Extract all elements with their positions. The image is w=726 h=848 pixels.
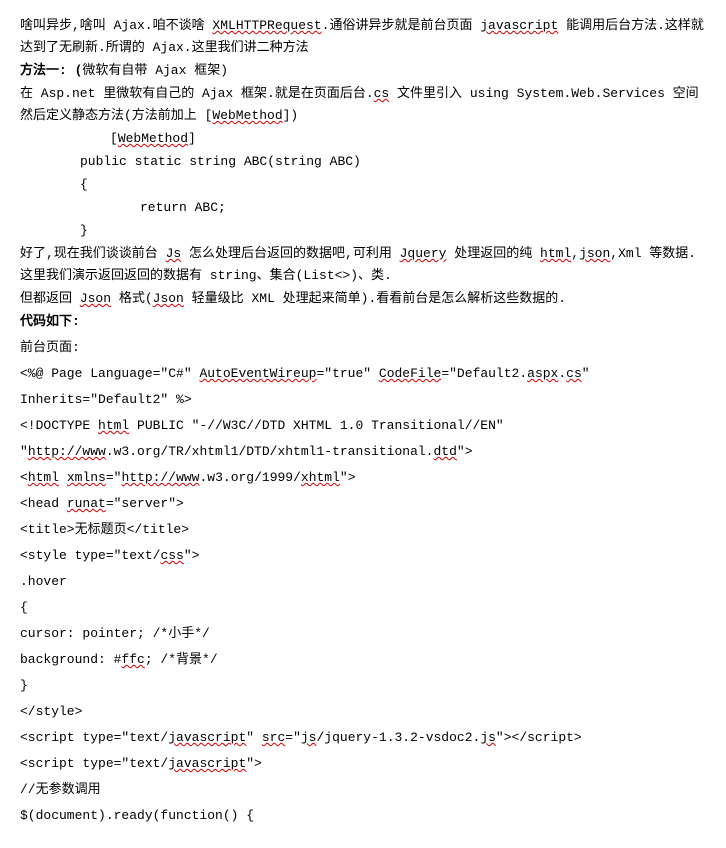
src-doctype-1: <!DOCTYPE html PUBLIC "-//W3C//DTD XHTML… <box>20 415 706 437</box>
paragraph-intro: 啥叫异步,啥叫 Ajax.咱不谈啥 XMLHTTPRequest.通俗讲异步就是… <box>20 15 706 59</box>
src-css-brace-close: } <box>20 675 706 697</box>
src-css-brace-open: { <box>20 597 706 619</box>
code-return: return ABC; <box>20 197 706 219</box>
method-1-desc: 在 Asp.net 里微软有自己的 Ajax 框架.就是在页面后台.cs 文件里… <box>20 83 706 127</box>
method-1-title: 方法一: (微软有自带 Ajax 框架) <box>20 60 706 82</box>
src-page-directive-2: Inherits="Default2" %> <box>20 389 706 411</box>
src-style-close: </style> <box>20 701 706 723</box>
src-comment: //无参数调用 <box>20 779 706 801</box>
paragraph-json: 但都返回 Json 格式(Json 轻量级比 XML 处理起来简单).看看前台是… <box>20 288 706 310</box>
frontend-page-label: 前台页面: <box>20 337 706 359</box>
src-script-open: <script type="text/javascript"> <box>20 753 706 775</box>
code-method-sig: public static string ABC(string ABC) <box>20 151 706 173</box>
src-html-tag: <html xmlns="http://www.w3.org/1999/xhtm… <box>20 467 706 489</box>
src-style-open: <style type="text/css"> <box>20 545 706 567</box>
src-doctype-2: "http://www.w3.org/TR/xhtml1/DTD/xhtml1-… <box>20 441 706 463</box>
src-docready: $(document).ready(function() { <box>20 805 706 827</box>
src-css-cursor: cursor: pointer; /*小手*/ <box>20 623 706 645</box>
src-head-tag: <head runat="server"> <box>20 493 706 515</box>
src-title-tag: <title>无标题页</title> <box>20 519 706 541</box>
code-header: 代码如下: <box>20 311 706 333</box>
src-page-directive-1: <%@ Page Language="C#" AutoEventWireup="… <box>20 363 706 385</box>
code-webmethod-attr: [WebMethod] <box>20 128 706 150</box>
code-brace-close: } <box>20 220 706 242</box>
src-css-background: background: #ffc; /*背景*/ <box>20 649 706 671</box>
src-css-selector: .hover <box>20 571 706 593</box>
code-brace-open: { <box>20 174 706 196</box>
paragraph-frontend: 好了,现在我们谈谈前台 Js 怎么处理后台返回的数据吧,可利用 Jquery 处… <box>20 243 706 287</box>
src-script-jquery: <script type="text/javascript" src="js/j… <box>20 727 706 749</box>
